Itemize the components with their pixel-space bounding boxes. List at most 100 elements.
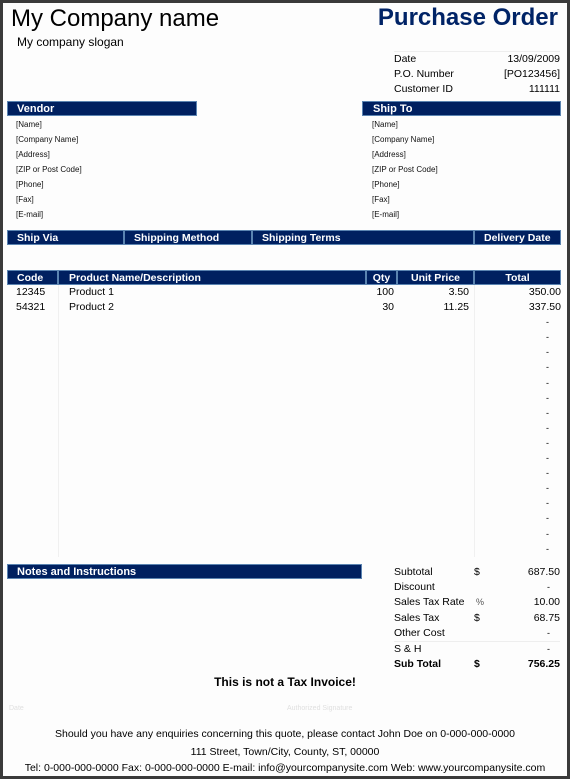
ship-to-email[interactable]: [E-mail] xyxy=(372,207,438,222)
item-description[interactable] xyxy=(58,526,366,542)
items-table: 12345 Product 1 100 3.50 350.00 54321 Pr… xyxy=(7,285,561,557)
item-unit-price[interactable] xyxy=(397,436,474,451)
item-qty[interactable] xyxy=(366,406,397,421)
item-unit-price[interactable] xyxy=(397,330,474,345)
item-description[interactable]: Product 2 xyxy=(58,300,366,316)
item-qty[interactable] xyxy=(366,466,397,481)
items-header: Code Product Name/Description Qty Unit P… xyxy=(7,270,561,285)
item-unit-price[interactable] xyxy=(397,376,474,391)
item-description[interactable] xyxy=(58,451,366,467)
item-total: - xyxy=(474,511,561,527)
meta-value[interactable]: 13/09/2009 xyxy=(507,52,560,67)
item-unit-price[interactable] xyxy=(397,496,474,511)
item-description[interactable] xyxy=(58,466,366,482)
item-description[interactable] xyxy=(58,390,366,406)
item-unit-price[interactable] xyxy=(397,527,474,542)
meta-value[interactable]: [PO123456] xyxy=(504,67,560,82)
item-code[interactable] xyxy=(7,391,58,406)
item-code[interactable] xyxy=(7,421,58,436)
item-code[interactable] xyxy=(7,451,58,466)
item-description[interactable] xyxy=(58,435,366,452)
item-qty[interactable] xyxy=(366,315,397,330)
item-code[interactable] xyxy=(7,466,58,481)
totals-value[interactable]: - xyxy=(494,580,560,595)
ship-to-name[interactable]: [Name] xyxy=(372,117,438,132)
item-description[interactable] xyxy=(58,315,366,331)
ship-to-street[interactable]: [Address] xyxy=(372,147,438,162)
item-code[interactable] xyxy=(7,496,58,511)
item-unit-price[interactable] xyxy=(397,360,474,375)
item-qty[interactable] xyxy=(366,421,397,436)
totals-value[interactable]: 10.00 xyxy=(496,595,560,610)
item-qty[interactable] xyxy=(366,436,397,451)
vendor-header: Vendor xyxy=(7,101,197,116)
item-description[interactable] xyxy=(58,481,366,497)
item-code[interactable] xyxy=(7,345,58,360)
item-description[interactable] xyxy=(58,405,366,421)
item-unit-price[interactable] xyxy=(397,481,474,496)
item-qty[interactable] xyxy=(366,360,397,375)
item-unit-price[interactable]: 11.25 xyxy=(397,300,474,315)
item-unit-price[interactable] xyxy=(397,466,474,481)
item-unit-price[interactable]: 3.50 xyxy=(397,285,474,300)
item-code[interactable] xyxy=(7,315,58,330)
totals-symbol xyxy=(474,626,494,641)
item-code[interactable] xyxy=(7,527,58,542)
item-unit-price[interactable] xyxy=(397,451,474,466)
item-description[interactable]: Product 1 xyxy=(58,285,366,301)
item-description[interactable] xyxy=(58,345,366,361)
vendor-zip[interactable]: [ZIP or Post Code] xyxy=(16,162,82,177)
vendor-email[interactable]: [E-mail] xyxy=(16,207,82,222)
item-qty[interactable] xyxy=(366,481,397,496)
item-code[interactable] xyxy=(7,481,58,496)
item-code[interactable] xyxy=(7,330,58,345)
item-description[interactable] xyxy=(58,496,366,512)
item-code[interactable] xyxy=(7,376,58,391)
item-description[interactable] xyxy=(58,375,366,391)
totals-value[interactable]: - xyxy=(494,642,560,657)
item-qty[interactable] xyxy=(366,511,397,526)
ship-to-fax[interactable]: [Fax] xyxy=(372,192,438,207)
item-description[interactable] xyxy=(58,420,366,436)
item-description[interactable] xyxy=(58,330,366,346)
item-description[interactable] xyxy=(58,541,366,557)
item-code[interactable] xyxy=(7,406,58,421)
item-qty[interactable] xyxy=(366,330,397,345)
item-qty[interactable] xyxy=(366,542,397,557)
item-qty[interactable] xyxy=(366,496,397,511)
item-unit-price[interactable] xyxy=(397,315,474,330)
item-code[interactable] xyxy=(7,542,58,557)
meta-value[interactable]: 111111 xyxy=(529,82,560,97)
item-unit-price[interactable] xyxy=(397,406,474,421)
item-description[interactable] xyxy=(58,511,366,527)
item-unit-price[interactable] xyxy=(397,345,474,360)
ship-to-zip[interactable]: [ZIP or Post Code] xyxy=(372,162,438,177)
item-unit-price[interactable] xyxy=(397,421,474,436)
item-unit-price[interactable] xyxy=(397,511,474,526)
item-qty[interactable] xyxy=(366,376,397,391)
item-code[interactable] xyxy=(7,436,58,451)
item-code[interactable] xyxy=(7,511,58,526)
vendor-street[interactable]: [Address] xyxy=(16,147,82,162)
ship-to-company[interactable]: [Company Name] xyxy=(372,132,438,147)
item-qty[interactable]: 30 xyxy=(366,300,397,315)
vendor-fax[interactable]: [Fax] xyxy=(16,192,82,207)
vendor-name[interactable]: [Name] xyxy=(16,117,82,132)
item-qty[interactable] xyxy=(366,391,397,406)
shipping-terms-header: Shipping Terms xyxy=(252,230,474,245)
item-qty[interactable] xyxy=(366,527,397,542)
vendor-phone[interactable]: [Phone] xyxy=(16,177,82,192)
item-description[interactable] xyxy=(58,360,366,376)
item-qty[interactable] xyxy=(366,451,397,466)
item-code[interactable]: 12345 xyxy=(7,285,58,300)
table-row-empty: - xyxy=(7,345,561,361)
item-unit-price[interactable] xyxy=(397,542,474,557)
vendor-company[interactable]: [Company Name] xyxy=(16,132,82,147)
item-qty[interactable]: 100 xyxy=(366,285,397,300)
item-code[interactable] xyxy=(7,360,58,375)
item-qty[interactable] xyxy=(366,345,397,360)
ship-to-phone[interactable]: [Phone] xyxy=(372,177,438,192)
item-unit-price[interactable] xyxy=(397,391,474,406)
totals-value[interactable]: - xyxy=(494,626,560,641)
item-code[interactable]: 54321 xyxy=(7,300,58,315)
